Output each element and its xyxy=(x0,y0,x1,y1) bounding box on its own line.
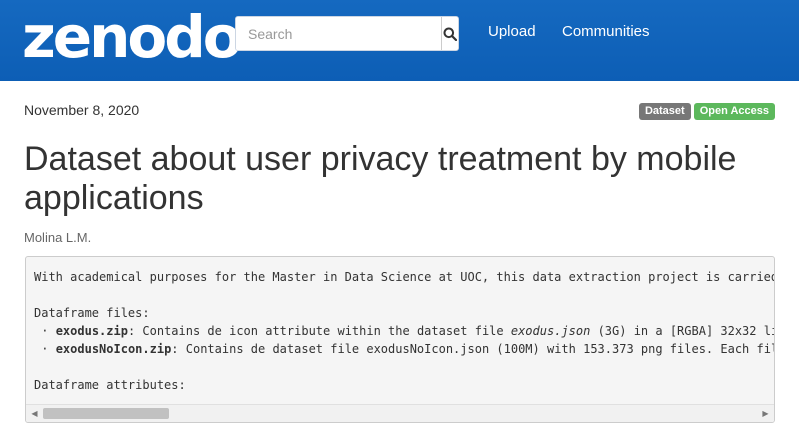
file-description-tail: (3G) in a [RGBA] 32x32 lis xyxy=(590,324,775,338)
publication-date: November 8, 2020 xyxy=(24,102,140,118)
search-input[interactable] xyxy=(236,17,441,50)
resource-type-badge[interactable]: Dataset xyxy=(638,103,691,120)
nav-upload-link[interactable]: Upload xyxy=(488,23,536,40)
zenodo-logo[interactable]: zenodo xyxy=(22,2,243,72)
nav-communities-link[interactable]: Communities xyxy=(562,23,650,40)
search-icon xyxy=(443,27,457,41)
record-title: Dataset about user privacy treatment by … xyxy=(24,140,737,217)
access-right-badge[interactable]: Open Access xyxy=(693,103,775,120)
file-name: exodusNoIcon.zip xyxy=(55,342,172,356)
file-description: : Contains de icon attribute within the … xyxy=(127,324,511,338)
file-name: exodus.zip xyxy=(55,324,128,338)
file-reference: exodus.json xyxy=(510,324,591,338)
bullet: · xyxy=(41,342,49,356)
horizontal-scrollbar[interactable]: ◀ ▶ xyxy=(26,404,774,422)
search-button[interactable] xyxy=(441,17,458,50)
description-content: With academical purposes for the Master … xyxy=(34,268,775,394)
file-description: : Contains de dataset file exodusNoIcon.… xyxy=(171,342,775,356)
site-header: zenodo Upload Communities xyxy=(0,0,799,81)
attributes-heading: Dataframe attributes: xyxy=(34,378,186,392)
scroll-left-icon[interactable]: ◀ xyxy=(27,405,42,422)
description-box[interactable]: With academical purposes for the Master … xyxy=(25,256,775,423)
record-authors[interactable]: Molina L.M. xyxy=(24,230,91,245)
description-intro: With academical purposes for the Master … xyxy=(34,270,775,284)
files-heading: Dataframe files: xyxy=(34,306,150,320)
scrollbar-thumb[interactable] xyxy=(43,408,169,419)
search-box xyxy=(235,16,459,51)
record-badges: Dataset Open Access xyxy=(638,103,775,120)
bullet: · xyxy=(41,324,49,338)
scroll-right-icon[interactable]: ▶ xyxy=(758,405,773,422)
